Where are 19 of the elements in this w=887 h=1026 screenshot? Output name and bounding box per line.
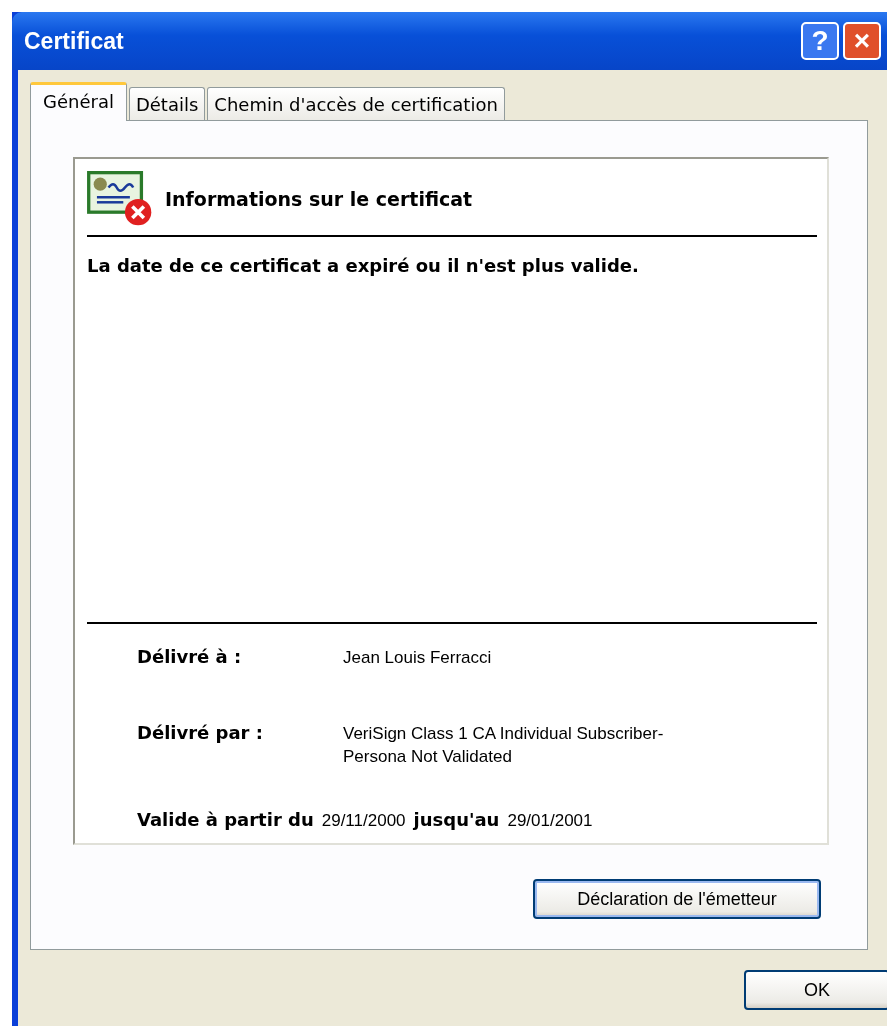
certificate-icon: [87, 171, 144, 214]
field-value: VeriSign Class 1 CA Individual Subscriber-Persona Not Validated: [343, 722, 665, 769]
ok-button[interactable]: OK: [744, 970, 887, 1010]
field-value: Jean Louis Ferracci: [343, 646, 493, 669]
status-message: La date de ce certificat a expiré ou il n'est plus valide.: [87, 255, 640, 276]
field-value: 29/11/2000: [321, 810, 406, 833]
tab[interactable]: Détails: [128, 87, 206, 120]
help-button[interactable]: ?: [801, 22, 839, 60]
info-heading: Informations sur le certificat: [165, 188, 473, 210]
field-label: Délivré à :: [137, 645, 243, 669]
window-title: Certificat: [24, 27, 124, 55]
tab[interactable]: Général: [30, 82, 127, 121]
field-label: Valide à partir du: [137, 809, 314, 831]
issuer-statement-button[interactable]: Déclaration de l'émetteur: [533, 879, 821, 919]
field-label: jusqu'au: [413, 809, 500, 831]
tab[interactable]: Chemin d'accès de certification: [207, 87, 505, 120]
field-value: 29/01/2001: [507, 810, 593, 833]
close-button[interactable]: ×: [843, 22, 881, 60]
field-label: Délivré par :: [137, 721, 264, 745]
